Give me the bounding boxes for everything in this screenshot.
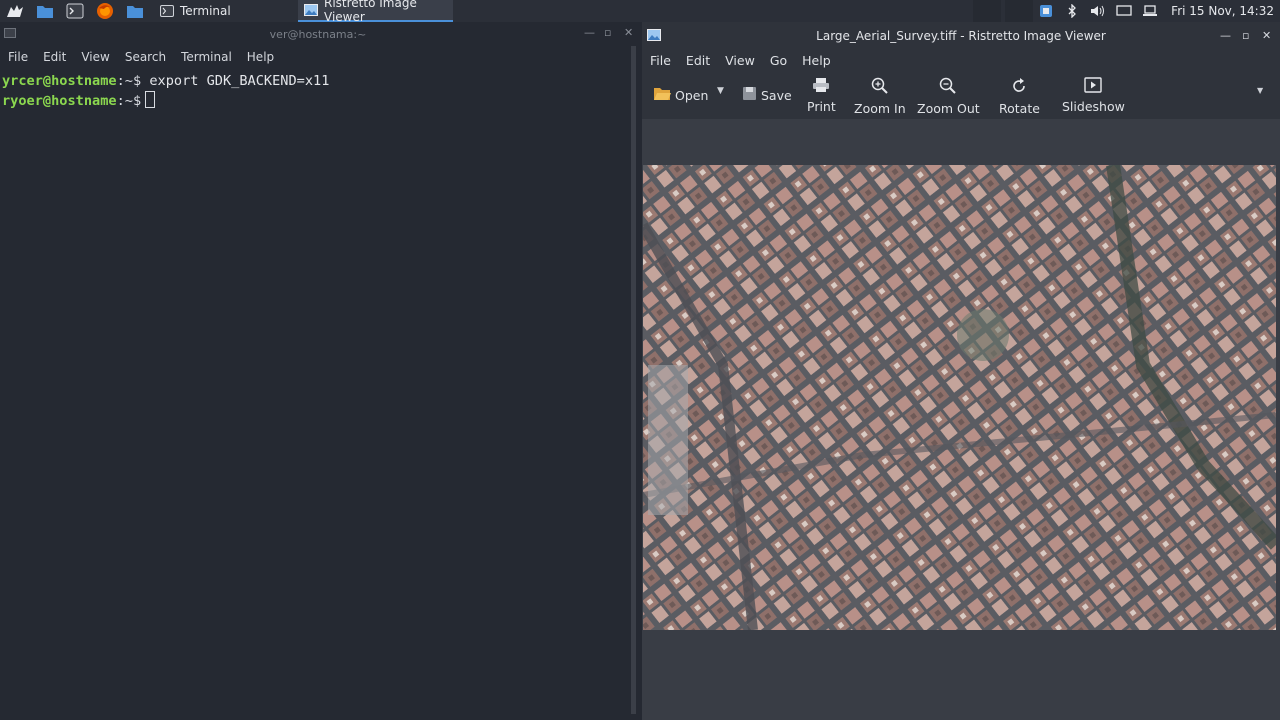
terminal-close-button[interactable]: ✕ — [624, 26, 633, 39]
zoom-out-icon — [939, 77, 957, 98]
prompt-path: :~$ — [116, 73, 142, 89]
save-icon — [742, 86, 757, 104]
zoom-in-label: Zoom In — [854, 101, 906, 116]
display-icon[interactable] — [1111, 0, 1137, 22]
terminal-icon — [160, 5, 174, 17]
zoom-out-label: Zoom Out — [917, 101, 980, 116]
command-text: export GDK_BACKEND=x11 — [149, 73, 330, 89]
terminal-menu-file[interactable]: File — [8, 50, 28, 64]
viewer-maximize-button[interactable]: ▫ — [1242, 29, 1249, 42]
terminal-menu-help[interactable]: Help — [247, 50, 274, 64]
taskbar-ristretto[interactable]: Ristretto Image Viewer — [298, 0, 453, 24]
viewer-menu-view[interactable]: View — [725, 53, 755, 68]
terminal-minimize-button[interactable]: — — [584, 26, 595, 39]
slideshow-button[interactable]: Slideshow — [1062, 77, 1125, 114]
clock[interactable]: Fri 15 Nov, 14:32 — [1163, 4, 1280, 18]
firefox-launcher-icon[interactable] — [90, 0, 120, 22]
chevron-down-icon: ▼ — [1257, 86, 1264, 95]
save-button[interactable]: Save — [742, 86, 792, 104]
terminal-line: ryoer@hostname:~$ — [2, 91, 636, 111]
terminal-titlebar[interactable]: ver@hostnama:~ — ▫ ✕ — [0, 22, 636, 46]
terminal-menu-search[interactable]: Search — [125, 50, 166, 64]
zoom-in-icon — [871, 77, 889, 98]
terminal-title: ver@hostnama:~ — [269, 27, 367, 41]
taskbar-ristretto-label: Ristretto Image Viewer — [324, 0, 417, 24]
viewer-minimize-button[interactable]: — — [1220, 29, 1231, 42]
rotate-label: Rotate — [999, 101, 1040, 116]
viewer-menu-go[interactable]: Go — [770, 53, 787, 68]
save-label: Save — [761, 87, 792, 103]
viewer-title: Large_Aerial_Survey.tiff - Ristretto Ima… — [816, 28, 1106, 43]
terminal-menu-view[interactable]: View — [81, 50, 109, 64]
rotate-button[interactable]: Rotate — [999, 77, 1040, 116]
taskbar-terminal[interactable]: Terminal — [154, 0, 294, 22]
print-button[interactable]: Print — [807, 77, 836, 114]
terminal-window: ver@hostnama:~ — ▫ ✕ File Edit View Sear… — [0, 22, 636, 720]
open-dropdown-button[interactable]: ▼ — [717, 86, 724, 96]
update-notifier-icon[interactable] — [1033, 0, 1059, 22]
viewer-window-icon — [647, 29, 661, 44]
open-button[interactable]: Open — [653, 86, 708, 104]
viewer-menu-file[interactable]: File — [650, 53, 671, 68]
whisker-menu-icon[interactable] — [0, 0, 30, 22]
viewer-menubar: File Edit View Go Help — [642, 49, 1280, 71]
toolbar-overflow-button[interactable]: ▼ — [1257, 86, 1263, 95]
terminal-menu-edit[interactable]: Edit — [43, 50, 66, 64]
viewer-menu-help[interactable]: Help — [802, 53, 831, 68]
viewer-toolbar: Open ▼ Save Print Zoom In Zoom Out Rotat… — [642, 71, 1280, 119]
slideshow-label: Slideshow — [1062, 99, 1125, 114]
terminal-menubar: File Edit View Search Terminal Help — [0, 46, 636, 68]
system-tray: Fri 15 Nov, 14:32 — [973, 0, 1280, 22]
prompt-path: :~$ — [116, 93, 142, 109]
chevron-down-icon: ▼ — [717, 86, 724, 96]
viewer-close-button[interactable]: ✕ — [1262, 29, 1271, 42]
folder-launcher-icon[interactable] — [120, 0, 150, 22]
tray-spacer — [973, 0, 1002, 22]
image-canvas[interactable] — [642, 119, 1280, 720]
printer-icon — [812, 77, 830, 96]
rotate-icon — [1010, 77, 1028, 98]
prompt-user: yrcer@hostname — [2, 73, 117, 89]
folder-open-icon — [653, 86, 671, 104]
zoom-in-button[interactable]: Zoom In — [854, 77, 906, 116]
viewer-menu-edit[interactable]: Edit — [686, 53, 710, 68]
top-panel: Terminal Ristretto Image Viewer Fri 15 N… — [0, 0, 1280, 24]
terminal-output[interactable]: yrcer@hostname:~$ export GDK_BACKEND=x11… — [0, 68, 636, 111]
aerial-survey-image[interactable] — [643, 165, 1276, 630]
volume-icon[interactable] — [1085, 0, 1111, 22]
viewer-titlebar[interactable]: Large_Aerial_Survey.tiff - Ristretto Ima… — [642, 22, 1280, 49]
open-label: Open — [675, 87, 709, 103]
files-launcher-icon[interactable] — [30, 0, 60, 22]
terminal-line: yrcer@hostname:~$ export GDK_BACKEND=x11 — [2, 72, 636, 91]
terminal-scrollbar[interactable] — [631, 46, 636, 714]
prompt-user: ryoer@hostname — [2, 93, 117, 109]
tray-spacer-2 — [1005, 0, 1034, 22]
zoom-out-button[interactable]: Zoom Out — [917, 77, 980, 116]
taskbar-terminal-label: Terminal — [180, 4, 231, 18]
bluetooth-icon[interactable] — [1059, 0, 1085, 22]
terminal-window-icon — [4, 28, 16, 41]
print-label: Print — [807, 99, 836, 114]
text-cursor — [145, 91, 156, 108]
terminal-launcher-icon[interactable] — [60, 0, 90, 22]
slideshow-icon — [1084, 77, 1103, 96]
image-viewer-icon — [304, 4, 318, 16]
terminal-maximize-button[interactable]: ▫ — [604, 26, 611, 39]
terminal-menu-terminal[interactable]: Terminal — [181, 50, 232, 64]
image-viewer-window: Large_Aerial_Survey.tiff - Ristretto Ima… — [642, 22, 1280, 720]
laptop-icon[interactable] — [1137, 0, 1163, 22]
